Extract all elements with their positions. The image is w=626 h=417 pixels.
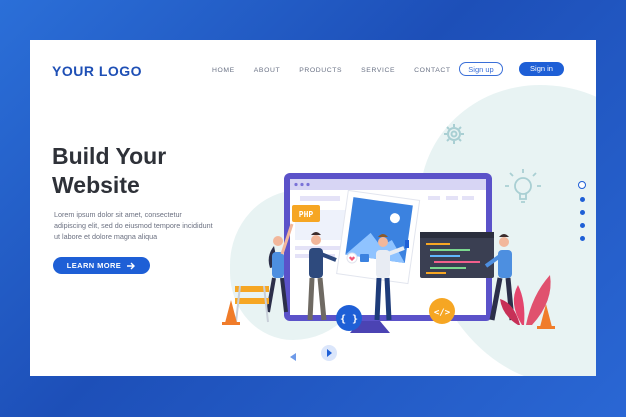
triangle-right-icon	[327, 349, 332, 357]
svg-text:{ }: { }	[340, 314, 358, 325]
svg-text:PHP: PHP	[299, 210, 314, 219]
pagination-dot-5[interactable]	[579, 236, 585, 241]
road-barrier	[235, 285, 269, 323]
pagination-dot-1[interactable]	[578, 181, 586, 189]
landing-card: YOUR LOGO HOME ABOUT PRODUCTS SERVICE CO…	[30, 40, 596, 376]
pagination-dot-2[interactable]	[579, 197, 585, 202]
pagination-dot-4[interactable]	[579, 223, 585, 228]
svg-text:</>: </>	[434, 308, 451, 318]
next-slide-button[interactable]	[321, 345, 337, 361]
code-badge: </>	[429, 298, 455, 324]
prev-slide-button[interactable]	[288, 349, 298, 367]
code-window	[420, 232, 494, 278]
php-badge: PHP	[292, 205, 320, 222]
lightbulb-icon	[505, 169, 541, 203]
triangle-left-icon	[290, 353, 296, 361]
braces-badge: { }	[336, 305, 362, 331]
page-background: { "logo": "YOUR LOGO", "nav": { "items":…	[0, 0, 626, 417]
pagination-dot-3[interactable]	[579, 210, 585, 215]
gear-icon	[444, 124, 464, 144]
pagination-dots	[578, 181, 586, 241]
hero-illustration: PHP { } </>	[222, 124, 555, 333]
